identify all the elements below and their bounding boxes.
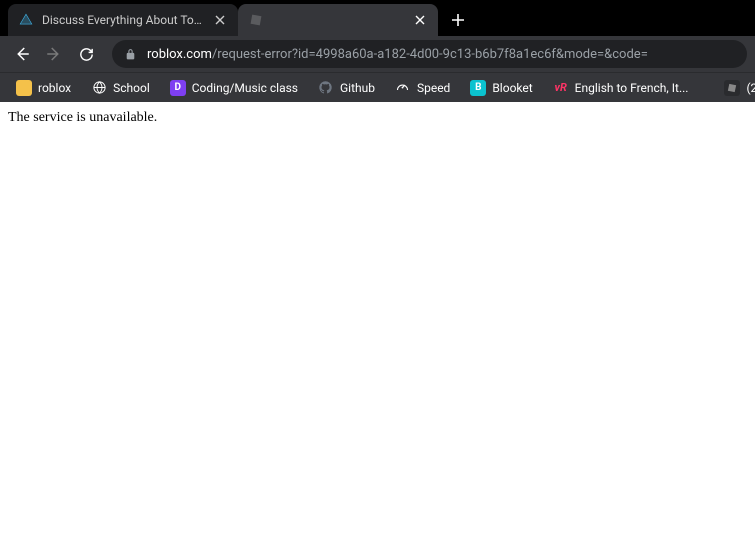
url-text: roblox.com/request-error?id=4998a60a-a18… — [147, 47, 648, 62]
tab-strip: Discuss Everything About Tower — [0, 0, 755, 36]
github-icon — [318, 80, 334, 96]
close-icon[interactable] — [212, 12, 228, 28]
toolbar: roblox.com/request-error?id=4998a60a-a18… — [0, 36, 755, 72]
tab-inactive[interactable]: Discuss Everything About Tower — [8, 4, 238, 36]
tab-favicon-tower — [18, 12, 34, 28]
forward-button[interactable] — [40, 40, 68, 68]
back-button[interactable] — [8, 40, 36, 68]
bookmark-label: Speed — [417, 81, 450, 95]
address-bar[interactable]: roblox.com/request-error?id=4998a60a-a18… — [112, 40, 747, 68]
close-icon[interactable] — [412, 12, 428, 28]
bookmarks-bar: roblox School D Coding/Music class Githu… — [0, 72, 755, 102]
bookmark-label: Github — [340, 81, 375, 95]
bookmark-label: School — [113, 81, 150, 95]
bookmark-roblox-home[interactable]: (2) Home - Roblox — [716, 76, 755, 100]
lock-icon — [124, 48, 137, 61]
tab-favicon-roblox — [248, 12, 264, 28]
reload-button[interactable] — [72, 40, 100, 68]
url-path: /request-error?id=4998a60a-a182-4d00-9c1… — [212, 47, 648, 62]
tab-title: Discuss Everything About Tower — [42, 13, 204, 27]
bookmark-blooket[interactable]: B Blooket — [462, 76, 540, 100]
bookmark-label: English to French, It... — [575, 81, 689, 95]
bookmark-speed[interactable]: Speed — [387, 76, 458, 100]
page-content: The service is unavailable. — [0, 102, 755, 134]
gauge-icon — [395, 80, 411, 96]
code-icon: D — [170, 80, 186, 96]
bookmark-translate[interactable]: vR English to French, It... — [545, 76, 697, 100]
roblox-icon — [724, 80, 740, 96]
bookmark-label: (2) Home - Roblox — [746, 81, 755, 95]
tab-active[interactable] — [238, 4, 438, 36]
new-tab-button[interactable] — [444, 6, 472, 34]
globe-icon — [91, 80, 107, 96]
error-message: The service is unavailable. — [8, 110, 157, 125]
bookmark-roblox-folder[interactable]: roblox — [8, 76, 79, 100]
url-domain: roblox.com — [147, 47, 212, 62]
bookmark-coding[interactable]: D Coding/Music class — [162, 76, 306, 100]
bookmark-label: roblox — [38, 81, 71, 95]
bookmark-label: Blooket — [492, 81, 532, 95]
folder-icon — [16, 80, 32, 96]
translate-icon: vR — [553, 80, 569, 96]
bookmark-label: Coding/Music class — [192, 81, 298, 95]
bookmark-school[interactable]: School — [83, 76, 158, 100]
bookmark-github[interactable]: Github — [310, 76, 383, 100]
blooket-icon: B — [470, 80, 486, 96]
